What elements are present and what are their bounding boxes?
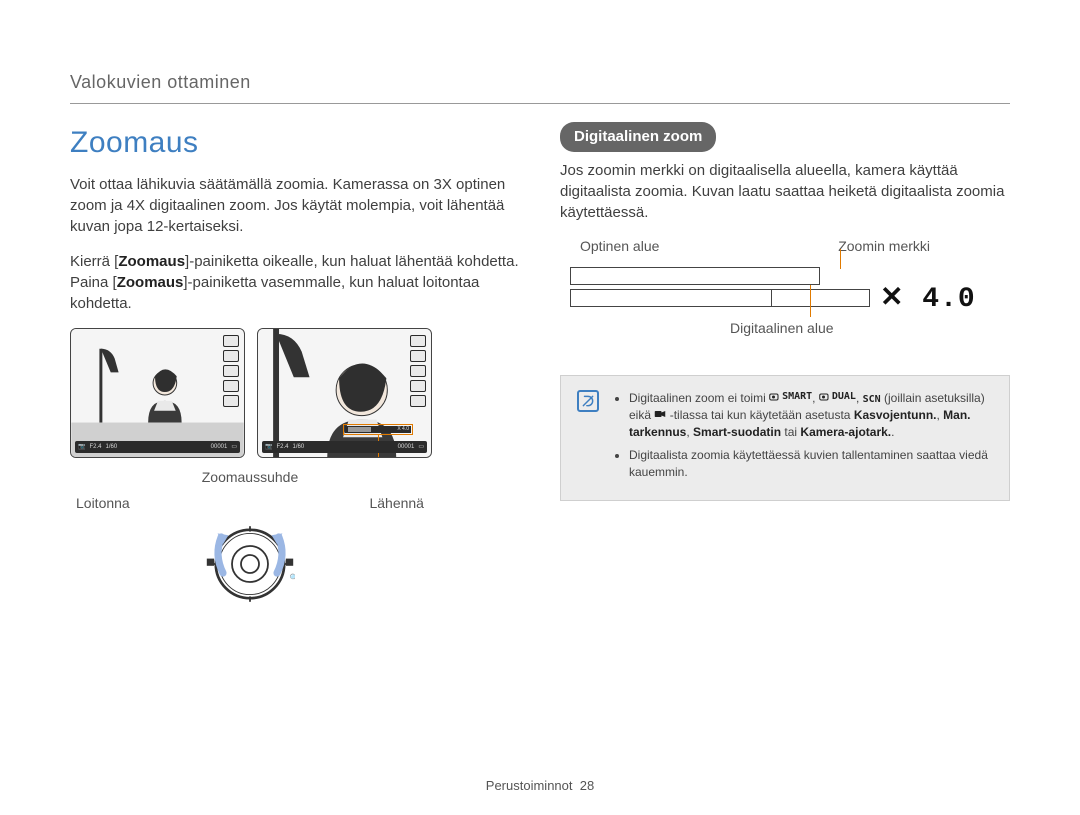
battery-icon: [410, 335, 426, 347]
preview-wide-statusbar: 📷 F2.4 1/60 00001 ▭: [75, 441, 240, 453]
svg-text:🔍: 🔍: [290, 574, 295, 583]
mode-smart-icon: SMART: [769, 390, 812, 404]
flash-icon: [223, 395, 239, 407]
digital-range-label: Digitaalinen alue: [730, 319, 834, 339]
mode-scn-icon: SCN: [863, 393, 881, 407]
range-divider: [771, 290, 772, 306]
zoom-scale-diagram: Optinen alue Zoomin merkki ✕ 4.0 Digitaa…: [560, 237, 1010, 357]
text: -tilassa tai kun käytetään asetusta: [670, 408, 854, 422]
counter-value: 00001: [398, 443, 415, 451]
camera-icon: 📷: [78, 443, 85, 451]
dial-label-out: Loitonna: [76, 494, 130, 514]
note-item-2: Digitaalista zoomia käytettäessä kuvien …: [629, 447, 993, 481]
preview-wide-sidebar-icons: [222, 335, 240, 451]
resolution-icon: [223, 350, 239, 362]
shutter-value: 1/60: [106, 443, 118, 451]
zoom-button-ref-1: Zoomaus: [118, 253, 185, 270]
dial-label-in: Lähennä: [369, 494, 424, 514]
aperture-value: F2.4: [89, 443, 101, 451]
camera-icon: 📷: [265, 443, 272, 451]
text: ,: [812, 391, 819, 405]
full-range-bar: [570, 289, 870, 307]
quality-icon: [223, 365, 239, 377]
preview-wide-illustration: [71, 329, 244, 457]
subsection-pill: Digitaalinen zoom: [560, 122, 716, 152]
preview-zoom-illustration: [258, 329, 431, 457]
zoom-ratio-value: X 4.0: [397, 426, 409, 433]
resolution-icon: [410, 350, 426, 362]
page-footer: Perustoiminnot 28: [0, 777, 1080, 795]
intro-paragraph-1: Voit ottaa lähikuvia säätämällä zoomia. …: [70, 174, 520, 237]
zoom-dial-icon: 🔍: [205, 519, 295, 609]
mode-movie-icon: [654, 409, 666, 419]
battery-icon: [223, 335, 239, 347]
af-icon: [410, 380, 426, 392]
optical-range-bar: [570, 267, 820, 285]
intro-paragraph-2: Kierrä [Zoomaus]-painiketta oikealle, ku…: [70, 251, 520, 314]
text: .: [891, 425, 894, 439]
quality-icon: [410, 365, 426, 377]
note-item-1: Digitaalinen zoom ei toimi SMART, DUAL, …: [629, 390, 993, 441]
section-rule: [70, 103, 1010, 104]
text: Kierrä [: [70, 253, 118, 270]
text: ,: [856, 391, 863, 405]
zoom-multiplier: ✕ 4.0: [880, 277, 976, 319]
setting-smart-filter: Smart-suodatin: [693, 425, 781, 439]
text: tai: [784, 425, 800, 439]
aperture-value: F2.4: [276, 443, 288, 451]
digital-zoom-paragraph: Jos zoomin merkki on digitaalisella alue…: [560, 160, 1010, 223]
zoom-ratio-indicator: X 4.0: [343, 424, 413, 435]
preview-wide: 📷 F2.4 1/60 00001 ▭: [70, 328, 245, 458]
camera-previews: 📷 F2.4 1/60 00001 ▭: [70, 328, 520, 458]
flash-icon: [410, 395, 426, 407]
zoom-marker-label: Zoomin merkki: [838, 237, 930, 257]
preview-zoom: X 4.0 📷 F2.4 1/60 00001 ▭: [257, 328, 432, 458]
setting-face-detect: Kasvojentunn.: [854, 408, 937, 422]
manual-page: Valokuvien ottaminen Zoomaus Voit ottaa …: [70, 70, 1010, 775]
text: Digitaalinen zoom ei toimi: [629, 391, 769, 405]
note-icon: [577, 390, 599, 412]
zoom-dial-diagram: Zoomaussuhde Loitonna Lähennä: [70, 468, 430, 609]
footer-chapter: Perustoiminnot: [486, 778, 573, 793]
storage-icon: ▭: [231, 443, 237, 451]
note-box: Digitaalinen zoom ei toimi SMART, DUAL, …: [560, 375, 1010, 501]
setting-tracking-af: Kamera-ajotark.: [800, 425, 891, 439]
callout-line: [840, 249, 841, 269]
preview-zoom-statusbar: 📷 F2.4 1/60 00001 ▭: [262, 441, 427, 453]
left-column: Zoomaus Voit ottaa lähikuvia säätämällä …: [70, 122, 520, 609]
shutter-value: 1/60: [293, 443, 305, 451]
counter-value: 00001: [211, 443, 228, 451]
mode-dual-icon: DUAL: [819, 390, 856, 404]
zoom-multiplier-value: 4.0: [922, 284, 975, 315]
right-column: Digitaalinen zoom Jos zoomin merkki on d…: [560, 122, 1010, 609]
footer-page-number: 28: [580, 778, 594, 793]
optical-range-label: Optinen alue: [580, 237, 659, 257]
zoom-button-ref-2: Zoomaus: [117, 274, 184, 291]
af-icon: [223, 380, 239, 392]
storage-icon: ▭: [418, 443, 424, 451]
zoom-marker-line: [810, 285, 811, 317]
section-title: Valokuvien ottaminen: [70, 70, 1010, 95]
zoom-ratio-label: Zoomaussuhde: [70, 468, 430, 488]
page-title: Zoomaus: [70, 122, 520, 164]
